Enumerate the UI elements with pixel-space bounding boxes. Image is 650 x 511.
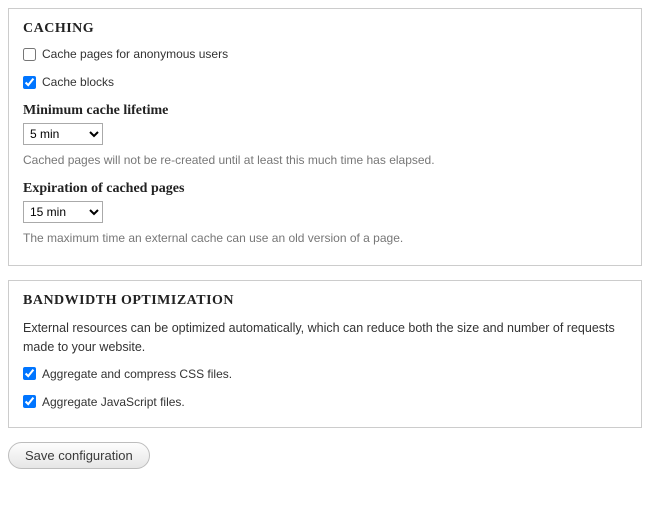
min-lifetime-description: Cached pages will not be re-created unti… (23, 151, 627, 169)
bandwidth-panel: BANDWIDTH OPTIMIZATION External resource… (8, 280, 642, 428)
caching-panel: CACHING Cache pages for anonymous users … (8, 8, 642, 266)
min-lifetime-select[interactable]: 5 min (23, 123, 103, 145)
expiration-select[interactable]: 15 min (23, 201, 103, 223)
min-lifetime-field: Minimum cache lifetime 5 min Cached page… (23, 103, 627, 169)
cache-anonymous-checkbox[interactable] (23, 48, 36, 61)
aggregate-js-checkbox[interactable] (23, 395, 36, 408)
cache-blocks-checkbox[interactable] (23, 76, 36, 89)
expiration-field: Expiration of cached pages 15 min The ma… (23, 181, 627, 247)
cache-anonymous-label[interactable]: Cache pages for anonymous users (42, 47, 228, 61)
aggregate-css-row: Aggregate and compress CSS files. (23, 367, 627, 381)
save-button[interactable]: Save configuration (8, 442, 150, 469)
aggregate-css-label[interactable]: Aggregate and compress CSS files. (42, 367, 232, 381)
aggregate-js-label[interactable]: Aggregate JavaScript files. (42, 395, 185, 409)
bandwidth-intro: External resources can be optimized auto… (23, 319, 627, 357)
min-lifetime-label: Minimum cache lifetime (23, 103, 627, 119)
caching-title: CACHING (23, 21, 627, 37)
form-actions: Save configuration (8, 442, 642, 469)
aggregate-js-row: Aggregate JavaScript files. (23, 395, 627, 409)
expiration-description: The maximum time an external cache can u… (23, 229, 627, 247)
cache-blocks-row: Cache blocks (23, 75, 627, 89)
bandwidth-title: BANDWIDTH OPTIMIZATION (23, 293, 627, 309)
aggregate-css-checkbox[interactable] (23, 367, 36, 380)
expiration-label: Expiration of cached pages (23, 181, 627, 197)
cache-anonymous-row: Cache pages for anonymous users (23, 47, 627, 61)
cache-blocks-label[interactable]: Cache blocks (42, 75, 114, 89)
